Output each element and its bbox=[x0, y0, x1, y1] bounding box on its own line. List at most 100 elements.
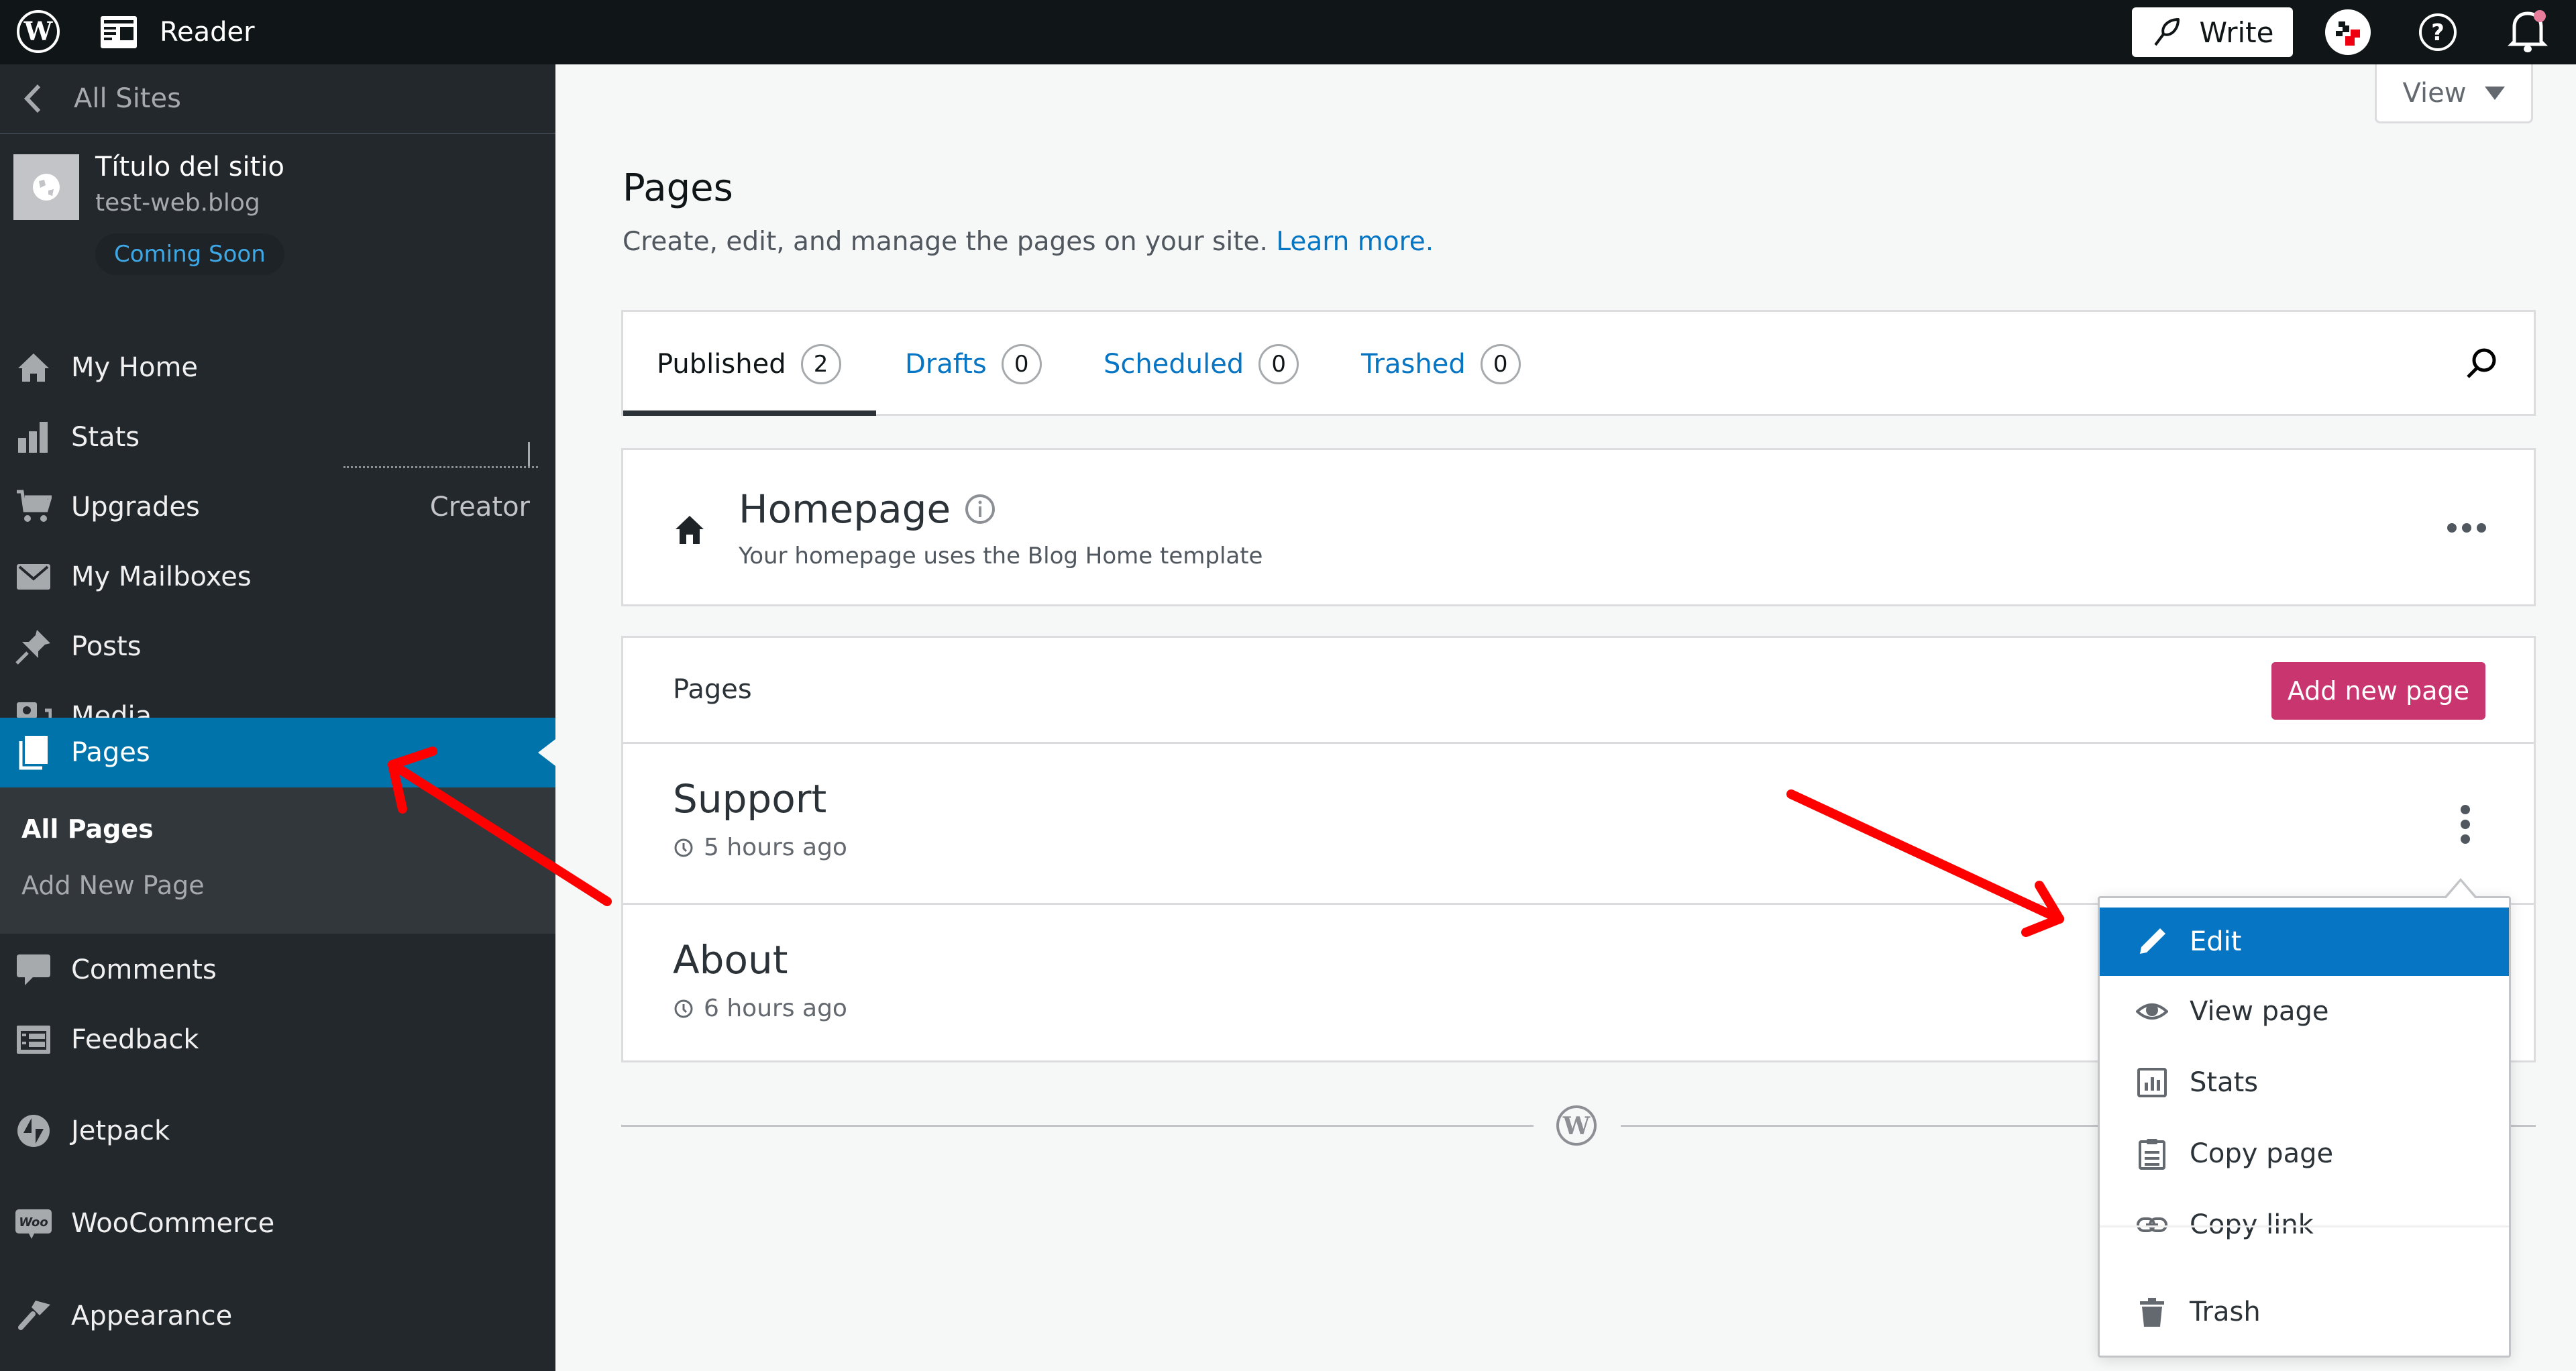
tab-label: Scheduled bbox=[1104, 348, 1244, 380]
sidebar-item-woocommerce[interactable]: Woo WooCommerce bbox=[0, 1189, 555, 1258]
learn-more-link[interactable]: Learn more. bbox=[1276, 227, 1434, 257]
page-title-link[interactable]: Support bbox=[673, 776, 826, 822]
menu-item-copy-link[interactable]: Copy link bbox=[2100, 1191, 2509, 1259]
stats-icon bbox=[15, 419, 52, 456]
view-label: View bbox=[2402, 77, 2467, 109]
site-title[interactable]: Título del sitio bbox=[95, 152, 284, 182]
link-icon bbox=[2133, 1206, 2171, 1244]
bell-icon[interactable] bbox=[2508, 8, 2548, 55]
menu-item-label: Trash bbox=[2190, 1297, 2261, 1327]
tab-published[interactable]: Published 2 bbox=[623, 312, 876, 416]
all-sites-link[interactable]: All Sites bbox=[0, 64, 555, 134]
tab-trashed[interactable]: Trashed 0 bbox=[1361, 312, 1521, 416]
menu-item-label: Copy page bbox=[2190, 1138, 2334, 1169]
search-icon[interactable] bbox=[2463, 345, 2500, 383]
info-icon[interactable] bbox=[964, 493, 996, 525]
globe-icon bbox=[33, 174, 60, 201]
woo-icon: Woo bbox=[15, 1205, 52, 1242]
homepage-card[interactable]: Homepage Your homepage uses the Blog Hom… bbox=[621, 448, 2536, 606]
help-icon[interactable]: ? bbox=[2418, 12, 2458, 52]
wordpress-logo-icon[interactable]: W bbox=[16, 9, 60, 54]
clock-icon bbox=[674, 999, 693, 1018]
sidebar-item-label: Feedback bbox=[71, 1024, 199, 1055]
sidebar-item-label: Appearance bbox=[71, 1301, 233, 1331]
top-bar: W Reader Write ? bbox=[0, 0, 2576, 64]
plan-badge: Creator bbox=[429, 492, 530, 523]
chevron-left-icon bbox=[23, 84, 41, 113]
sidebar-item-pages[interactable]: Pages bbox=[0, 718, 555, 787]
svg-text:W: W bbox=[1562, 1112, 1591, 1140]
page-time: 6 hours ago bbox=[704, 995, 847, 1022]
page-subtitle: Create, edit, and manage the pages on yo… bbox=[623, 227, 1434, 257]
sidebar-item-upgrades[interactable]: Upgrades Creator bbox=[0, 472, 555, 542]
homepage-title: Homepage bbox=[739, 486, 996, 532]
sidebar-item-my-mailboxes[interactable]: My Mailboxes bbox=[0, 542, 555, 612]
homepage-title-text: Homepage bbox=[739, 486, 951, 532]
sidebar-item-feedback[interactable]: Feedback bbox=[0, 1005, 555, 1075]
reader-icon bbox=[101, 16, 137, 48]
view-dropdown[interactable]: View bbox=[2375, 64, 2533, 123]
sidebar-item-label: My Mailboxes bbox=[71, 561, 252, 592]
menu-item-view-page[interactable]: View page bbox=[2100, 977, 2509, 1046]
subtitle-text: Create, edit, and manage the pages on yo… bbox=[623, 227, 1268, 257]
site-icon[interactable] bbox=[13, 154, 79, 220]
tab-drafts[interactable]: Drafts 0 bbox=[905, 312, 1042, 416]
pages-submenu: All Pages Add New Page bbox=[0, 787, 555, 934]
status-tabs: Published 2 Drafts 0 Scheduled 0 Trashed… bbox=[621, 310, 2536, 416]
reader-link[interactable]: Reader bbox=[101, 0, 255, 64]
feather-icon bbox=[2153, 18, 2180, 46]
menu-item-label: View page bbox=[2190, 996, 2329, 1027]
sidebar-item-label: WooCommerce bbox=[71, 1208, 275, 1239]
menu-item-label: Edit bbox=[2190, 926, 2242, 957]
svg-text:W: W bbox=[23, 16, 54, 46]
table-row[interactable]: Support 5 hours ago bbox=[623, 744, 2534, 903]
page-modified: 5 hours ago bbox=[673, 834, 847, 861]
tab-scheduled[interactable]: Scheduled 0 bbox=[1104, 312, 1299, 416]
reader-label: Reader bbox=[160, 17, 255, 48]
sidebar-item-label: Jetpack bbox=[71, 1115, 170, 1146]
menu-item-label: Stats bbox=[2190, 1067, 2259, 1098]
menu-item-stats[interactable]: Stats bbox=[2100, 1048, 2509, 1117]
write-button[interactable]: Write bbox=[2132, 7, 2293, 57]
menu-item-copy-page[interactable]: Copy page bbox=[2100, 1119, 2509, 1188]
menu-item-edit[interactable]: Edit bbox=[2100, 908, 2509, 976]
menu-item-trash[interactable]: Trash bbox=[2100, 1278, 2509, 1346]
caret-down-icon bbox=[2485, 86, 2506, 100]
sidebar-item-posts[interactable]: Posts bbox=[0, 612, 555, 681]
pages-list-header: Pages Add new page bbox=[623, 638, 2534, 744]
tab-label: Published bbox=[657, 348, 786, 380]
sidebar: All Sites Título del sitio test-web.blog… bbox=[0, 64, 555, 1371]
sidebar-item-appearance[interactable]: Appearance bbox=[0, 1281, 555, 1351]
pages-icon bbox=[15, 734, 52, 771]
eye-icon bbox=[2133, 993, 2171, 1030]
sidebar-item-jetpack[interactable]: Jetpack bbox=[0, 1096, 555, 1166]
tab-count: 0 bbox=[1480, 343, 1521, 384]
jetpack-icon bbox=[15, 1112, 52, 1150]
sidebar-item-label: Comments bbox=[71, 954, 217, 985]
all-sites-label: All Sites bbox=[74, 83, 181, 114]
sidebar-item-label: Upgrades bbox=[71, 492, 200, 523]
sidebar-item-my-home[interactable]: My Home bbox=[0, 333, 555, 402]
page-actions-menu: Edit View page Stats Copy page Copy link… bbox=[2098, 878, 2511, 1358]
page-title: Pages bbox=[623, 166, 733, 210]
svg-text:Woo: Woo bbox=[19, 1215, 48, 1229]
more-horizontal-icon[interactable] bbox=[2445, 521, 2488, 535]
feedback-icon bbox=[15, 1021, 52, 1058]
brush-icon bbox=[15, 1297, 52, 1335]
sidebar-item-label: Pages bbox=[71, 737, 150, 768]
homepage-description: Your homepage uses the Blog Home templat… bbox=[739, 543, 1263, 569]
submenu-all-pages[interactable]: All Pages bbox=[21, 814, 154, 844]
avatar[interactable] bbox=[2325, 9, 2371, 55]
submenu-add-new-page[interactable]: Add New Page bbox=[21, 871, 205, 900]
sidebar-item-stats[interactable]: Stats bbox=[0, 402, 555, 472]
stats-sparkline bbox=[343, 441, 538, 468]
menu-divider bbox=[2100, 1225, 2509, 1227]
status-badge[interactable]: Coming Soon bbox=[95, 233, 284, 275]
add-new-page-button[interactable]: Add new page bbox=[2271, 662, 2485, 720]
site-url[interactable]: test-web.blog bbox=[95, 189, 260, 217]
more-vertical-icon[interactable] bbox=[2459, 803, 2472, 846]
clipboard-icon bbox=[2133, 1135, 2171, 1172]
page-title-link[interactable]: About bbox=[673, 937, 788, 983]
write-label: Write bbox=[2199, 15, 2274, 49]
sidebar-item-comments[interactable]: Comments bbox=[0, 935, 555, 1005]
